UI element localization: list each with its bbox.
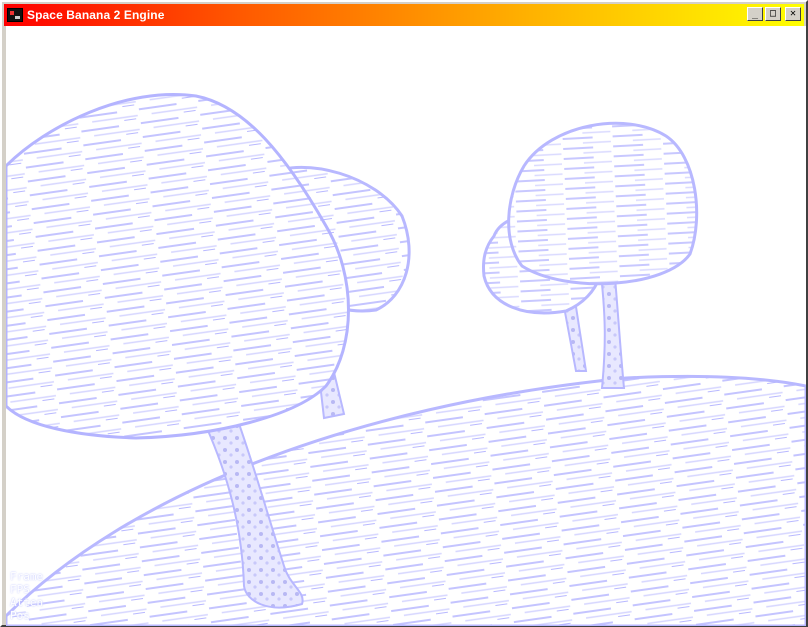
app-icon[interactable] — [7, 8, 23, 22]
title-bar[interactable]: Space Banana 2 Engine _ □ ✕ — [4, 4, 804, 26]
app-window: Space Banana 2 Engine _ □ ✕ Frame FPS At… — [0, 0, 808, 627]
maximize-button[interactable]: □ — [765, 7, 781, 21]
debug-overlay: Frame FPS Atten Pos — [10, 570, 43, 622]
render-viewport[interactable]: Frame FPS Atten Pos — [6, 26, 806, 626]
tree — [507, 121, 699, 389]
window-controls: _ □ ✕ — [747, 7, 801, 21]
close-button[interactable]: ✕ — [785, 7, 801, 21]
hud-line: Frame — [10, 570, 44, 583]
scene-canvas — [6, 93, 806, 626]
window-title: Space Banana 2 Engine — [27, 8, 165, 22]
hud-line: Atten — [10, 596, 44, 609]
hud-line: Pos — [10, 609, 30, 622]
hud-line: FPS — [10, 583, 30, 596]
minimize-button[interactable]: _ — [747, 7, 763, 21]
